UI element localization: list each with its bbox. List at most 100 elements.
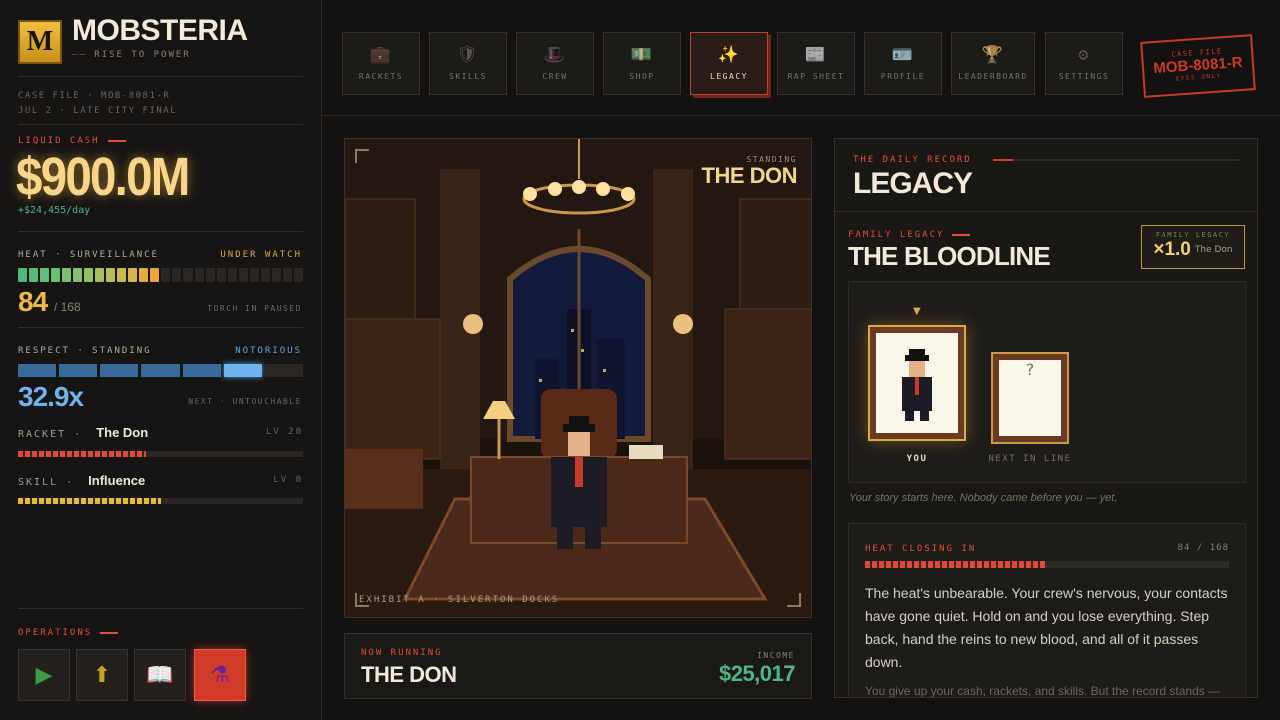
current-marker-icon: ▼ bbox=[913, 306, 921, 317]
nav-label: CREW bbox=[542, 72, 568, 81]
divider bbox=[835, 211, 1257, 212]
heat-segment bbox=[40, 268, 50, 282]
sidebar: M MOBSTERIA —— RISE TO POWER CASE FILE ·… bbox=[0, 0, 322, 720]
nav-label: LEGACY bbox=[710, 72, 748, 81]
heat-segment bbox=[172, 268, 182, 282]
gear-icon: ⚙ bbox=[1078, 45, 1090, 65]
daily-record-label: THE DAILY RECORD bbox=[853, 155, 972, 165]
frame-corner bbox=[787, 593, 801, 607]
divider bbox=[993, 159, 1239, 161]
nav-label: RACKETS bbox=[358, 72, 404, 81]
heat-segment bbox=[150, 268, 160, 282]
income-label: INCOME bbox=[757, 651, 795, 660]
heat-segment bbox=[18, 268, 28, 282]
heat-segment bbox=[227, 268, 237, 282]
divider bbox=[18, 327, 303, 328]
heat-closing-label: HEAT CLOSING IN bbox=[865, 544, 977, 554]
cash-label: LIQUID CASH bbox=[18, 136, 126, 146]
heat-warning-card: HEAT CLOSING IN 84 / 168 The heat's unbe… bbox=[848, 523, 1246, 698]
office-illustration bbox=[345, 139, 811, 617]
heat-segment bbox=[117, 268, 127, 282]
respect-meter bbox=[18, 364, 303, 377]
heat-meter bbox=[18, 268, 303, 282]
nav-label: LEADERBOARD bbox=[958, 72, 1028, 81]
upgrade-button[interactable]: ⬆ bbox=[76, 649, 128, 701]
heat-segment bbox=[84, 268, 94, 282]
respect-segment bbox=[100, 364, 139, 377]
nav-label: PROFILE bbox=[880, 72, 926, 81]
briefcase-icon: 💼 bbox=[369, 45, 393, 65]
respect-value: 32.9x bbox=[18, 381, 84, 412]
heat-segment bbox=[95, 268, 105, 282]
heat-segment bbox=[139, 268, 149, 282]
skill-row: SKILL · Influence LV 8 bbox=[18, 473, 303, 488]
now-running-name: THE DON bbox=[361, 662, 457, 687]
you-label: YOU bbox=[906, 454, 928, 464]
nav-leaderboard[interactable]: 🏆 LEADERBOARD bbox=[951, 32, 1035, 95]
heat-status: UNDER WATCH bbox=[220, 250, 302, 260]
nav-crew[interactable]: 🎩 CREW bbox=[516, 32, 594, 95]
heat-segment bbox=[293, 268, 303, 282]
divider bbox=[18, 76, 303, 77]
nav-profile[interactable]: 🪪 PROFILE bbox=[864, 32, 942, 95]
nav-legacy[interactable]: ✨ LEGACY bbox=[690, 32, 768, 95]
brand-name: MOBSTERIA bbox=[72, 14, 248, 47]
nav-rap-sheet[interactable]: 📰 RAP SHEET bbox=[777, 32, 855, 95]
bloodline-title: THE BLOODLINE bbox=[848, 241, 1051, 271]
nav-shop[interactable]: 💵 SHOP bbox=[603, 32, 681, 95]
skill-progress bbox=[18, 498, 303, 504]
fedora-icon: 🎩 bbox=[543, 45, 567, 65]
heat-segment bbox=[106, 268, 116, 282]
heat-segment bbox=[260, 268, 270, 282]
portrait-you[interactable] bbox=[876, 333, 958, 433]
case-file-line: CASE FILE · MOB-8081-R bbox=[18, 91, 171, 101]
legacy-multiplier-badge: FAMILY LEGACY ×1.0 The Don bbox=[1141, 225, 1245, 269]
respect-segment bbox=[223, 364, 262, 377]
divider bbox=[18, 231, 303, 232]
logo: M bbox=[18, 20, 62, 64]
heat-warning-footnote: You give up your cash, rackets, and skil… bbox=[865, 684, 1221, 698]
respect-segment bbox=[264, 364, 303, 377]
heat-segment bbox=[183, 268, 193, 282]
book-icon: 📖 bbox=[146, 662, 174, 688]
heat-segment bbox=[62, 268, 72, 282]
divider bbox=[18, 124, 303, 125]
multiplier-value: ×1.0 bbox=[1153, 239, 1191, 260]
family-tree: ▼ ? YOU NEXT IN LINE bbox=[848, 281, 1246, 483]
heat-count: 84 / 168 bbox=[1177, 543, 1229, 553]
id-card-icon: 🪪 bbox=[891, 45, 915, 65]
shield-icon: 🛡 bbox=[456, 45, 480, 65]
case-file-stamp: CASE FILE MOB-8081-R EYES ONLY bbox=[1140, 34, 1256, 98]
now-running-label: NOW RUNNING bbox=[361, 648, 443, 658]
newspaper-icon: 📰 bbox=[804, 45, 828, 65]
operations-label: OPERATIONS bbox=[18, 628, 119, 638]
nav-rackets[interactable]: 💼 RACKETS bbox=[342, 32, 420, 95]
divider bbox=[18, 608, 303, 609]
portrait-next-in-line[interactable]: ? bbox=[999, 360, 1061, 436]
racket-progress bbox=[18, 451, 303, 457]
now-running-card: NOW RUNNING THE DON INCOME $25,017 bbox=[344, 633, 812, 699]
journal-button[interactable]: 📖 bbox=[134, 649, 186, 701]
retire-button[interactable]: ⚗ bbox=[194, 649, 246, 701]
nav-skills[interactable]: 🛡 SKILLS bbox=[429, 32, 507, 95]
cash-value: $900.0M bbox=[16, 147, 190, 207]
standing-value: THE DON bbox=[701, 163, 798, 188]
nav-label: SETTINGS bbox=[1058, 72, 1110, 81]
heat-segment bbox=[249, 268, 259, 282]
nav-label: SKILLS bbox=[449, 72, 487, 81]
heat-segment bbox=[51, 268, 61, 282]
heat-closing-progress bbox=[865, 561, 1229, 568]
potion-icon: ⚗ bbox=[210, 662, 230, 688]
heat-segment bbox=[161, 268, 171, 282]
cash-rate: +$24,455/day bbox=[18, 205, 91, 216]
multiplier-name: The Don bbox=[1194, 245, 1233, 255]
heat-note: TORCH IN PAUSED bbox=[207, 304, 302, 313]
family-legacy-label: FAMILY LEGACY bbox=[848, 230, 971, 240]
respect-label: RESPECT · STANDING bbox=[18, 346, 152, 356]
heat-segment bbox=[194, 268, 204, 282]
nav-settings[interactable]: ⚙ SETTINGS bbox=[1045, 32, 1123, 95]
office-scene: STANDING THE DON EXHIBIT A · SILVERTON D… bbox=[344, 138, 812, 618]
family-tree-icon: ✨ bbox=[717, 45, 741, 65]
heat-segment bbox=[238, 268, 248, 282]
play-button[interactable]: ▶ bbox=[18, 649, 70, 701]
